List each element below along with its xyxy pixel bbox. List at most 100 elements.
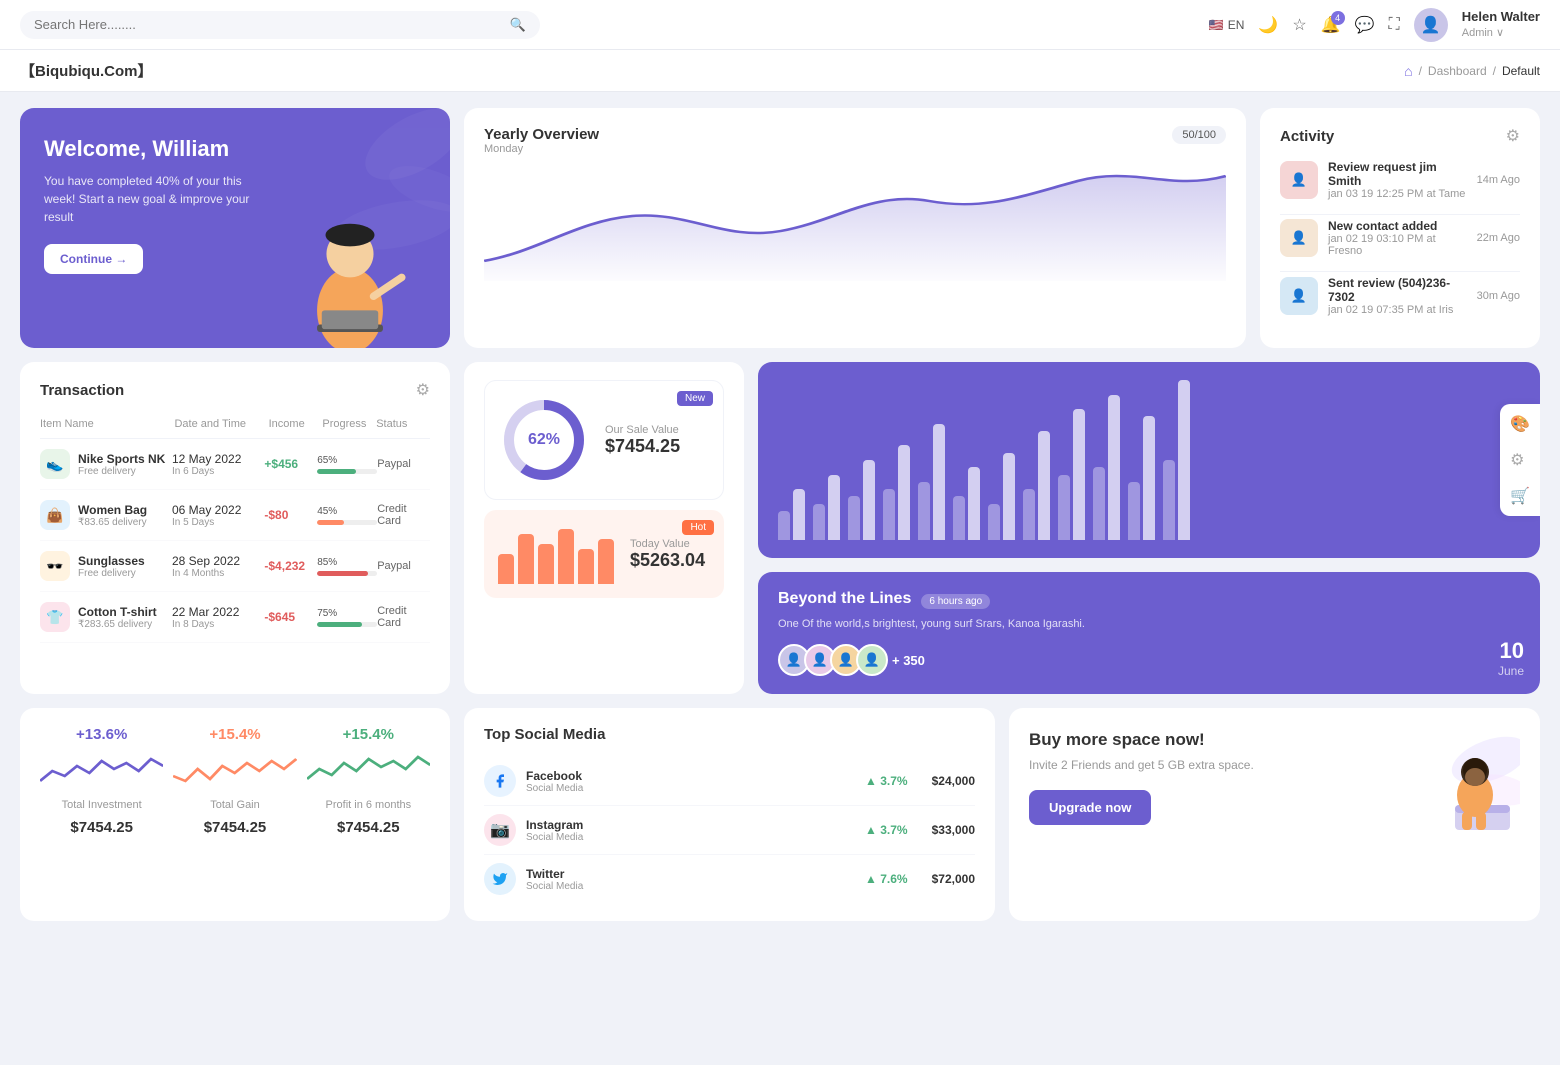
language-selector[interactable]: 🇺🇸 EN: [1209, 18, 1245, 32]
bar-group: [918, 424, 945, 540]
bar-light: [813, 504, 825, 540]
fullscreen-button[interactable]: ⛶: [1389, 16, 1400, 34]
transaction-settings-icon[interactable]: ⚙: [416, 380, 430, 400]
bar-group: [1128, 416, 1155, 540]
bar-light: [883, 489, 895, 540]
social-amount-tw: $72,000: [932, 872, 975, 886]
social-info-ig: Instagram Social Media: [526, 818, 583, 843]
beyond-date: 10 June: [1498, 638, 1524, 678]
breadcrumb-current: Default: [1502, 64, 1540, 78]
income-2: -$80: [264, 508, 317, 522]
breadcrumb-dashboard[interactable]: Dashboard: [1428, 64, 1487, 78]
bar-light: [778, 511, 790, 540]
sale-amount: $7454.25: [605, 436, 680, 457]
cart-icon[interactable]: 🛒: [1506, 482, 1534, 510]
beyond-time-badge: 6 hours ago: [921, 594, 990, 609]
income-1: +$456: [264, 457, 317, 471]
social-info-tw: Twitter Social Media: [526, 867, 583, 892]
activity-item-2: 👤 New contact added jan 02 19 03:10 PM a…: [1280, 219, 1520, 257]
stat-pct-3: +15.4%: [343, 726, 394, 743]
lang-label: EN: [1228, 18, 1245, 32]
messages-button[interactable]: 💬: [1355, 15, 1375, 35]
star-icon[interactable]: ☆: [1292, 15, 1306, 35]
activity-time-2: 22m Ago: [1477, 232, 1520, 244]
social-info-fb: Facebook Social Media: [526, 769, 583, 794]
date-cell-3: 28 Sep 2022 In 4 Months: [172, 554, 264, 579]
bar-group: [848, 460, 875, 540]
progress-1: 65%: [317, 455, 377, 474]
status-3: Paypal: [377, 560, 430, 572]
search-input[interactable]: [34, 17, 502, 32]
transaction-header: Transaction ⚙: [40, 380, 430, 400]
item-cell-3: 🕶️ Sunglasses Free delivery: [40, 551, 172, 581]
income-3: -$4,232: [264, 559, 317, 573]
activity-thumb-3: 👤: [1280, 277, 1318, 315]
bar-light: [1163, 460, 1175, 540]
bar-1: [498, 554, 514, 584]
social-row-fb: Facebook Social Media ▲ 3.7% $24,000: [484, 757, 975, 806]
bar-dark: [1143, 416, 1155, 540]
activity-header: Activity ⚙: [1280, 126, 1520, 146]
main-content: Welcome, William You have completed 40% …: [0, 92, 1560, 937]
col-status: Status: [376, 418, 430, 430]
facebook-icon: [484, 765, 516, 797]
table-row: 👕 Cotton T-shirt ₹283.65 delivery 22 Mar…: [40, 592, 430, 643]
activity-sub-3: jan 02 19 07:35 PM at Iris: [1328, 304, 1467, 316]
row-2: Transaction ⚙ Item Name Date and Time In…: [20, 362, 1540, 694]
today-bar-chart: [498, 524, 614, 584]
col-income: Income: [269, 418, 323, 430]
item-icon-3: 🕶️: [40, 551, 70, 581]
sale-hot-badge: Hot: [682, 520, 714, 535]
bar-dark: [1178, 380, 1190, 540]
activity-title-3: Sent review (504)236-7302: [1328, 276, 1467, 304]
activity-time-1: 14m Ago: [1477, 174, 1520, 186]
user-avatar[interactable]: 👤: [1414, 8, 1448, 42]
stat-pct-2: +15.4%: [209, 726, 260, 743]
breadcrumb-sep1: /: [1419, 64, 1422, 78]
bar-dark: [968, 467, 980, 540]
buy-title: Buy more space now!: [1029, 730, 1390, 750]
dark-mode-toggle[interactable]: 🌙: [1258, 15, 1278, 35]
stat-investment: +13.6% Total Investment $7454.25: [40, 726, 163, 903]
yearly-overview-card: Yearly Overview Monday 50/100: [464, 108, 1246, 348]
bar-chart-card: 🎨 ⚙ 🛒: [758, 362, 1540, 558]
stats-card: +13.6% Total Investment $7454.25 +15.4% …: [20, 708, 450, 921]
today-value-section: Hot Today Value $5263.04: [484, 510, 724, 598]
bar-light: [918, 482, 930, 540]
bar-dark: [1003, 453, 1015, 540]
stat-label-1: Total Investment: [62, 799, 142, 811]
col-item: Item Name: [40, 418, 174, 430]
palette-icon[interactable]: 🎨: [1506, 410, 1534, 438]
bar-dark: [793, 489, 805, 540]
flag-icon: 🇺🇸: [1209, 18, 1224, 32]
item-name-3: Sunglasses: [78, 554, 145, 568]
social-row-tw: Twitter Social Media ▲ 7.6% $72,000: [484, 855, 975, 903]
item-sub-1: Free delivery: [78, 466, 165, 477]
continue-button[interactable]: Continue →: [44, 244, 143, 274]
bar-group: [813, 475, 840, 540]
yearly-header: Yearly Overview Monday 50/100: [484, 126, 1226, 155]
search-bar[interactable]: 🔍: [20, 11, 540, 39]
notifications-button[interactable]: 🔔4: [1321, 15, 1341, 35]
bar-light: [848, 496, 860, 540]
home-icon[interactable]: ⌂: [1404, 63, 1412, 79]
activity-settings-icon[interactable]: ⚙: [1506, 126, 1520, 146]
bar-dark: [863, 460, 875, 540]
beyond-month: June: [1498, 664, 1524, 678]
bar-group: [883, 445, 910, 540]
user-role: Admin ∨: [1462, 26, 1540, 41]
float-icons: 🎨 ⚙ 🛒: [1500, 404, 1540, 516]
bar-light: [1023, 489, 1035, 540]
social-row-ig: 📷 Instagram Social Media ▲ 3.7% $33,000: [484, 806, 975, 855]
yearly-chart: [484, 161, 1226, 281]
table-row: 👟 Nike Sports NK Free delivery 12 May 20…: [40, 439, 430, 490]
bar-4: [558, 529, 574, 584]
stat-value-1: $7454.25: [70, 819, 133, 836]
instagram-icon: 📷: [484, 814, 516, 846]
item-name-2: Women Bag: [78, 503, 147, 517]
upgrade-button[interactable]: Upgrade now: [1029, 790, 1151, 825]
status-4: Credit Card: [377, 605, 430, 629]
beyond-avatars: 👤 👤 👤 👤: [778, 644, 882, 676]
progress-3: 85%: [317, 557, 377, 576]
settings-float-icon[interactable]: ⚙: [1506, 446, 1534, 474]
